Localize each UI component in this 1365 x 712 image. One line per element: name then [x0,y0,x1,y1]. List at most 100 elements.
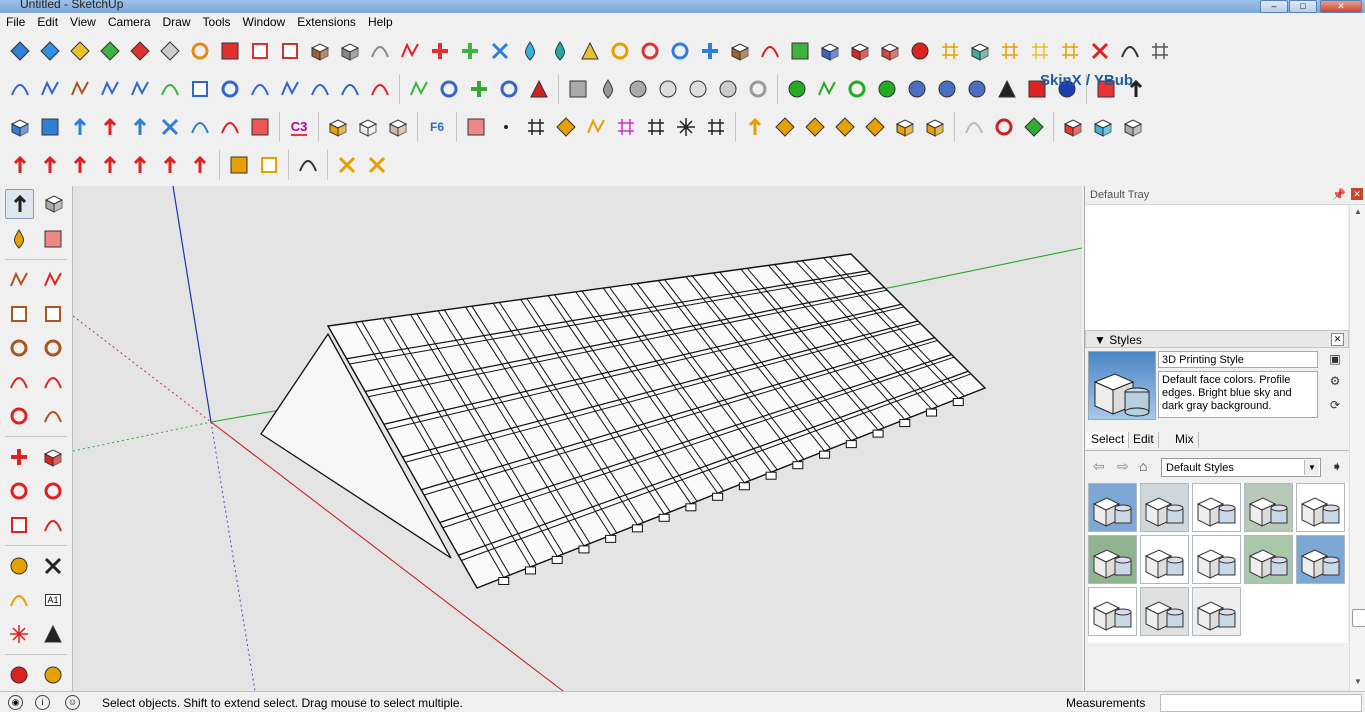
pin-icon[interactable]: 📌 [1332,188,1346,201]
cube-arrow-icon[interactable] [891,113,919,141]
polygon-icon[interactable] [435,75,463,103]
warning-icon[interactable] [576,37,604,65]
curve-icon[interactable] [6,75,34,103]
green-line-icon[interactable] [405,75,433,103]
menu-draw[interactable]: Draw [157,13,197,29]
bend-icon[interactable] [306,75,334,103]
style-thumb-6[interactable] [1088,535,1137,584]
grass-icon[interactable] [813,75,841,103]
stack-v-icon[interactable] [96,151,124,179]
red-diamond-icon[interactable] [126,37,154,65]
back-arrow-icon[interactable]: ⇦ [1093,458,1105,475]
up-arrow-icon[interactable] [66,113,94,141]
polygon-left-icon[interactable] [39,334,67,362]
house-icon[interactable] [255,151,283,179]
rectangle-icon[interactable] [5,300,33,328]
style-thumb-13[interactable] [1192,587,1241,636]
rotate-cw-icon[interactable] [186,113,214,141]
scroll-thumb[interactable] [1352,609,1365,627]
hook-line-icon[interactable] [126,75,154,103]
plane-icon[interactable] [552,113,580,141]
axes-icon[interactable] [5,620,33,648]
style-thumb-11[interactable] [1088,587,1137,636]
styles-close-button[interactable]: ✕ [1331,333,1344,346]
pink-sheet-icon[interactable] [246,113,274,141]
cube-stack-icon[interactable] [921,113,949,141]
cyan-drop-icon[interactable] [516,37,544,65]
tab-select[interactable]: Select [1087,432,1130,448]
beige-box-icon[interactable] [384,113,412,141]
magenta-grid-icon[interactable] [612,113,640,141]
gray-box-icon[interactable] [564,75,592,103]
menu-help[interactable]: Help [362,13,399,29]
wire-diamond-icon[interactable] [156,37,184,65]
menu-view[interactable]: View [64,13,102,29]
tree-icon[interactable] [783,75,811,103]
model-canvas[interactable] [73,186,1082,691]
menu-extensions[interactable]: Extensions [291,13,362,29]
bridge-icon[interactable] [294,151,322,179]
move-icon[interactable] [5,443,33,471]
stack-down-icon[interactable] [6,151,34,179]
orbit-icon[interactable] [5,661,33,689]
flag-icon[interactable] [276,37,304,65]
paint-bucket-icon[interactable] [594,75,622,103]
spot-icon[interactable] [714,75,742,103]
tape-measure-icon[interactable] [5,552,33,580]
push-pull-icon[interactable] [39,443,67,471]
style-thumb-8[interactable] [1192,535,1241,584]
shell-icon[interactable] [960,113,988,141]
light-plus-icon[interactable] [684,75,712,103]
stairs-up-icon[interactable] [582,113,610,141]
info-icon[interactable]: i [35,695,50,710]
f6-icon[interactable]: F6 [423,113,451,141]
amber-grid-icon[interactable] [1056,37,1084,65]
section-cuts-icon[interactable] [246,37,274,65]
style-thumb-2[interactable] [1140,483,1189,532]
measurements-input[interactable] [1160,694,1362,712]
close-window-button[interactable]: ✕ [1320,0,1362,13]
pencil-icon[interactable] [5,266,33,294]
rect-icon[interactable] [186,75,214,103]
section-fill-icon[interactable] [216,37,244,65]
spiral-icon[interactable] [636,37,664,65]
style-thumb-5[interactable] [1296,483,1345,532]
grid-line-icon[interactable] [522,113,550,141]
pie-icon[interactable] [5,402,33,430]
follow-me-icon[interactable] [186,37,214,65]
flat4-icon[interactable] [861,113,889,141]
yellow-box-icon[interactable] [324,113,352,141]
scatter-icon[interactable] [1086,37,1114,65]
nodes-icon[interactable] [990,113,1018,141]
red-cube-icon[interactable] [1059,113,1087,141]
pink-box-icon[interactable] [876,37,904,65]
menu-camera[interactable]: Camera [102,13,157,29]
c3-icon[interactable]: C3 [285,113,313,141]
wave-icon[interactable] [36,75,64,103]
rotate-left-icon[interactable] [5,477,33,505]
style-thumb-12[interactable] [1140,587,1189,636]
white-box-icon[interactable] [354,113,382,141]
protractor-icon[interactable] [5,586,33,614]
gray-cube-icon[interactable] [1119,113,1147,141]
style-name-field[interactable]: 3D Printing Style [1158,351,1318,368]
make-component-icon[interactable] [40,189,67,217]
chevron-down-icon[interactable]: ▼ [1304,460,1319,475]
dimension-icon[interactable] [39,552,67,580]
maximize-button[interactable]: □ [1289,0,1317,13]
style-thumb-7[interactable] [1140,535,1189,584]
style-thumb-9[interactable] [1244,535,1293,584]
ellipse-icon[interactable] [495,75,523,103]
blue-diamond-icon[interactable] [36,37,64,65]
gate-icon[interactable] [225,151,253,179]
gear-icon[interactable] [744,75,772,103]
up-arrow-red-icon[interactable] [96,113,124,141]
yellow-grid-icon[interactable] [1026,37,1054,65]
shrub-icon[interactable] [843,75,871,103]
style-thumb-1[interactable] [1088,483,1137,532]
blue-strip-icon[interactable] [36,113,64,141]
skin-1-icon[interactable] [903,75,931,103]
wand-icon[interactable] [333,151,361,179]
undo-curve-icon[interactable] [756,37,784,65]
geolocation-icon[interactable]: ◉ [8,695,23,710]
